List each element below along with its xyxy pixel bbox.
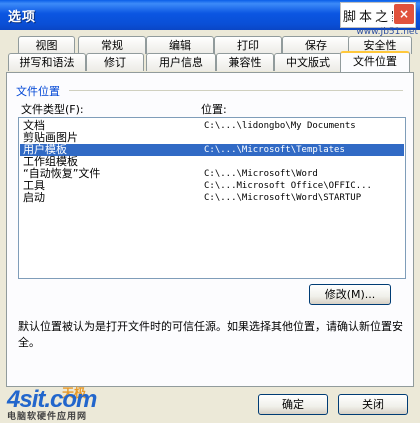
trust-note: 默认位置被认为是打开文件时的可信任源。如果选择其他位置，请确认新位置安全。 [18, 320, 403, 349]
close-icon[interactable]: × [393, 3, 415, 25]
logo-subtitle: 电脑软硬件应用网 [7, 412, 88, 422]
list-item-path: C:\...Microsoft Office\OFFIC... [204, 181, 372, 191]
window-title: 选项 [8, 10, 37, 25]
file-locations-panel: 文件位置 文件类型(F): 位置: 文档 C:\...\lidongbo\My … [6, 72, 414, 387]
close-button[interactable]: 关闭 [338, 394, 408, 415]
group-divider [69, 90, 403, 91]
tab-edit[interactable]: 编辑 [146, 36, 214, 54]
location-header: 位置: [201, 103, 227, 116]
file-location-list[interactable]: 文档 C:\...\lidongbo\My Documents 剪贴画图片 用户… [18, 117, 406, 279]
modify-button[interactable]: 修改(M)... [309, 284, 391, 305]
list-item-path: C:\...\Microsoft\Word\STARTUP [204, 193, 362, 203]
tab-compatibility[interactable]: 兼容性 [216, 53, 274, 71]
tab-file-locations[interactable]: 文件位置 [340, 51, 410, 72]
list-item-path: C:\...\lidongbo\My Documents [204, 121, 356, 131]
tab-asian-layout[interactable]: 中文版式 [274, 53, 342, 71]
group-title: 文件位置 [16, 85, 60, 98]
tab-general[interactable]: 常规 [78, 36, 146, 54]
ok-button[interactable]: 确定 [258, 394, 328, 415]
list-item[interactable]: 工具 C:\...Microsoft Office\OFFIC... [20, 180, 404, 192]
tab-revisions[interactable]: 修订 [86, 53, 144, 71]
file-type-header: 文件类型(F): [21, 103, 84, 116]
list-item-path: C:\...\Microsoft\Templates [204, 145, 345, 155]
list-item-type: 启动 [23, 191, 45, 204]
tab-user-info[interactable]: 用户信息 [146, 53, 216, 71]
tab-spelling[interactable]: 拼写和语法 [8, 53, 86, 71]
tab-view[interactable]: 视图 [18, 36, 75, 54]
list-item[interactable]: “自动恢复”文件 C:\...\Microsoft\Word [20, 168, 404, 180]
list-item[interactable]: 启动 C:\...\Microsoft\Word\STARTUP [20, 192, 404, 204]
list-item[interactable]: 剪贴画图片 [20, 132, 404, 144]
list-item-path: C:\...\Microsoft\Word [204, 169, 318, 179]
tab-print[interactable]: 打印 [214, 36, 282, 54]
site-logo: 天极 4sit.com 电脑软硬件应用网 [4, 384, 120, 422]
tab-strip: 视图 常规 编辑 打印 保存 安全性 拼写和语法 修订 用户信息 兼容性 中文版… [6, 36, 414, 72]
watermark-logo: 脚本之家 × [340, 2, 416, 28]
